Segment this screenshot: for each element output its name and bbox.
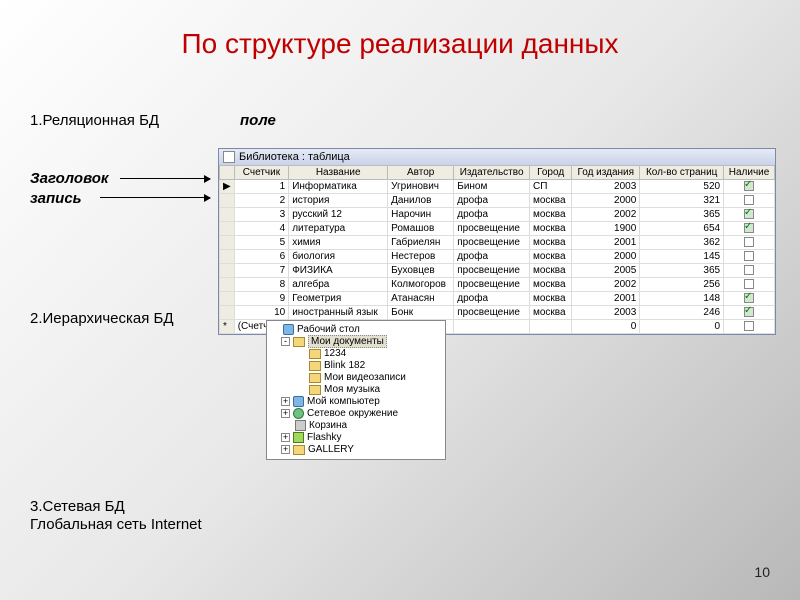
folder-icon xyxy=(293,432,304,443)
arrow-to-record xyxy=(100,197,210,198)
checkbox-availability[interactable] xyxy=(744,195,754,205)
checkbox-availability[interactable] xyxy=(744,321,754,331)
table-row[interactable]: 10иностранный языкБонкпросвещениемосква … xyxy=(220,306,775,320)
row-selector[interactable] xyxy=(220,236,235,250)
column-header[interactable]: Издательство xyxy=(454,166,530,180)
tree-item-label: GALLERY xyxy=(308,444,354,455)
tree-item-label: Мои документы xyxy=(308,336,387,347)
folder-icon xyxy=(309,385,321,395)
table-row[interactable]: 3русский 12Нарочиндрофамосква 2002365 xyxy=(220,208,775,222)
checkbox-availability[interactable] xyxy=(744,181,754,191)
column-header[interactable]: Год издания xyxy=(572,166,640,180)
row-selector[interactable] xyxy=(220,222,235,236)
table-row[interactable]: 4литератураРомашовпросвещениемосква 1900… xyxy=(220,222,775,236)
table-titlebar: Библиотека : таблица xyxy=(219,149,775,165)
row-selector[interactable] xyxy=(220,264,235,278)
tree-item-label: Рабочий стол xyxy=(297,324,360,335)
folder-icon xyxy=(293,408,304,419)
label-internet: Глобальная сеть Internet xyxy=(30,516,202,533)
expander-icon[interactable]: + xyxy=(281,433,290,442)
table-row[interactable]: ▶ 1ИнформатикаУгриновичБиномСП 2003520 xyxy=(220,180,775,194)
tree-item-label: Blink 182 xyxy=(324,360,365,371)
tree-item[interactable]: Корзина xyxy=(269,420,443,432)
folder-icon xyxy=(293,396,304,407)
column-header[interactable]: Автор xyxy=(388,166,454,180)
table-row[interactable]: 5химияГабриелянпросвещениемосква 2001362 xyxy=(220,236,775,250)
checkbox-availability[interactable] xyxy=(744,265,754,275)
row-selector[interactable] xyxy=(220,292,235,306)
folder-icon xyxy=(309,361,321,371)
folder-icon xyxy=(309,349,321,359)
tree-item[interactable]: Моя музыка xyxy=(269,384,443,396)
row-selector[interactable] xyxy=(220,208,235,222)
tree-item-label: Моя музыка xyxy=(324,384,380,395)
checkbox-availability[interactable] xyxy=(744,293,754,303)
tree-item-label: 1234 xyxy=(324,348,346,359)
tree-item[interactable]: + Flashky xyxy=(269,432,443,444)
checkbox-availability[interactable] xyxy=(744,279,754,289)
tree-item[interactable]: 1234 xyxy=(269,348,443,360)
column-header[interactable]: Счетчик xyxy=(234,166,288,180)
folder-icon xyxy=(309,373,321,383)
table-icon xyxy=(223,151,235,163)
label-relational: 1.Реляционная БД xyxy=(30,112,159,129)
table-row[interactable]: 8алгебраКолмогоровпросвещениемосква 2002… xyxy=(220,278,775,292)
rowhead-corner xyxy=(220,166,235,180)
folder-icon xyxy=(295,420,306,431)
label-network: 3.Сетевая БД xyxy=(30,498,125,515)
arrow-to-header xyxy=(120,178,210,179)
tree-item-label: Корзина xyxy=(309,420,347,431)
column-header[interactable]: Город xyxy=(529,166,571,180)
row-selector[interactable] xyxy=(220,306,235,320)
expander-icon[interactable]: + xyxy=(281,445,290,454)
table-row[interactable]: 9ГеометрияАтанасяндрофамосква 2001148 xyxy=(220,292,775,306)
tree-item[interactable]: + GALLERY xyxy=(269,444,443,456)
tree-item-label: Сетевое окружение xyxy=(307,408,398,419)
folder-icon xyxy=(293,337,305,347)
tree-item-label: Мои видеозаписи xyxy=(324,372,406,383)
expander-icon[interactable]: + xyxy=(281,409,290,418)
tree-item[interactable]: - Мои документы xyxy=(269,336,443,348)
tree-item-label: Мой компьютер xyxy=(307,396,380,407)
expander-icon[interactable]: - xyxy=(281,337,290,346)
db-table-window: Библиотека : таблица СчетчикНазваниеАвто… xyxy=(218,148,776,335)
tree-item[interactable]: Blink 182 xyxy=(269,360,443,372)
table-row[interactable]: 2историяДаниловдрофамосква 2000321 xyxy=(220,194,775,208)
column-header[interactable]: Название xyxy=(289,166,388,180)
table-window-title: Библиотека : таблица xyxy=(239,151,350,163)
label-hierarchical: 2.Иерархическая БД xyxy=(30,310,174,327)
label-record: запись xyxy=(30,190,82,207)
page-number: 10 xyxy=(754,564,770,580)
checkbox-availability[interactable] xyxy=(744,251,754,261)
checkbox-availability[interactable] xyxy=(744,237,754,247)
tree-item-label: Flashky xyxy=(307,432,341,443)
checkbox-availability[interactable] xyxy=(744,307,754,317)
db-table: СчетчикНазваниеАвторИздательствоГородГод… xyxy=(219,165,775,334)
checkbox-availability[interactable] xyxy=(744,223,754,233)
checkbox-availability[interactable] xyxy=(744,209,754,219)
row-selector[interactable] xyxy=(220,278,235,292)
tree-item[interactable]: + Сетевое окружение xyxy=(269,408,443,420)
slide-title: По структуре реализации данных xyxy=(0,0,800,60)
tree-item[interactable]: Мои видеозаписи xyxy=(269,372,443,384)
table-row[interactable]: 6биологияНестеровдрофамосква 2000145 xyxy=(220,250,775,264)
row-selector[interactable]: ▶ xyxy=(220,180,235,194)
tree-item[interactable]: + Мой компьютер xyxy=(269,396,443,408)
column-header[interactable]: Наличие xyxy=(724,166,775,180)
folder-icon xyxy=(293,445,305,455)
folder-icon xyxy=(283,324,294,335)
label-header: Заголовок xyxy=(30,170,109,187)
expander-icon[interactable]: + xyxy=(281,397,290,406)
table-row[interactable]: 7ФИЗИКАБуховцевпросвещениемосква 2005365 xyxy=(220,264,775,278)
label-field: поле xyxy=(240,112,276,129)
folder-tree: Рабочий стол - Мои документы 1234 Blink … xyxy=(266,320,446,460)
row-selector[interactable] xyxy=(220,194,235,208)
column-header[interactable]: Кол-во страниц xyxy=(640,166,724,180)
row-selector[interactable] xyxy=(220,250,235,264)
